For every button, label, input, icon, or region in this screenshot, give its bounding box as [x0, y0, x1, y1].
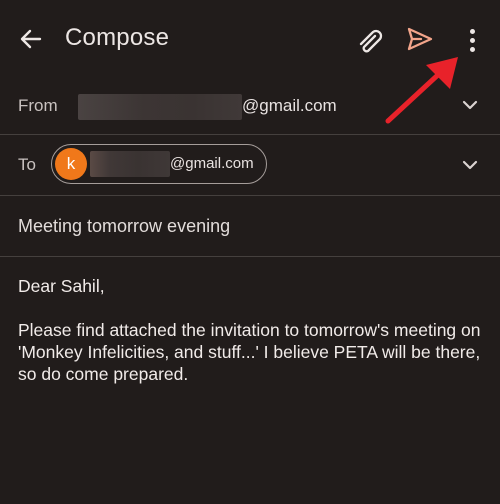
subject-field[interactable]: Meeting tomorrow evening [18, 216, 230, 237]
back-button[interactable] [16, 24, 46, 54]
body-greeting: Dear Sahil, [18, 276, 105, 296]
body-paragraph: Please find attached the invitation to t… [18, 320, 481, 384]
more-options-button[interactable] [460, 24, 484, 56]
annotation-arrow [385, 57, 458, 124]
attach-button[interactable] [355, 26, 385, 54]
more-vert-icon [469, 28, 475, 34]
avatar: k [55, 148, 87, 180]
chevron-down-icon[interactable] [460, 98, 480, 112]
to-label: To [18, 155, 36, 174]
recipient-chip[interactable]: k @gmail.com [51, 144, 267, 184]
message-body[interactable]: Dear Sahil, Please find attached the inv… [18, 275, 488, 385]
recipient-address: @gmail.com [170, 155, 254, 172]
arrow-back-icon [20, 29, 42, 49]
redacted-sender-name [78, 94, 242, 120]
from-label: From [18, 96, 58, 115]
page-title: Compose [65, 24, 170, 51]
subject-row[interactable]: Meeting tomorrow evening [0, 196, 500, 257]
redacted-recipient-name [90, 151, 170, 177]
paperclip-icon [359, 29, 383, 53]
sender-address: @gmail.com [242, 96, 337, 115]
chevron-down-icon[interactable] [460, 158, 480, 172]
send-icon [407, 27, 433, 51]
to-row[interactable]: To k @gmail.com [0, 135, 500, 196]
send-button[interactable] [405, 25, 435, 53]
